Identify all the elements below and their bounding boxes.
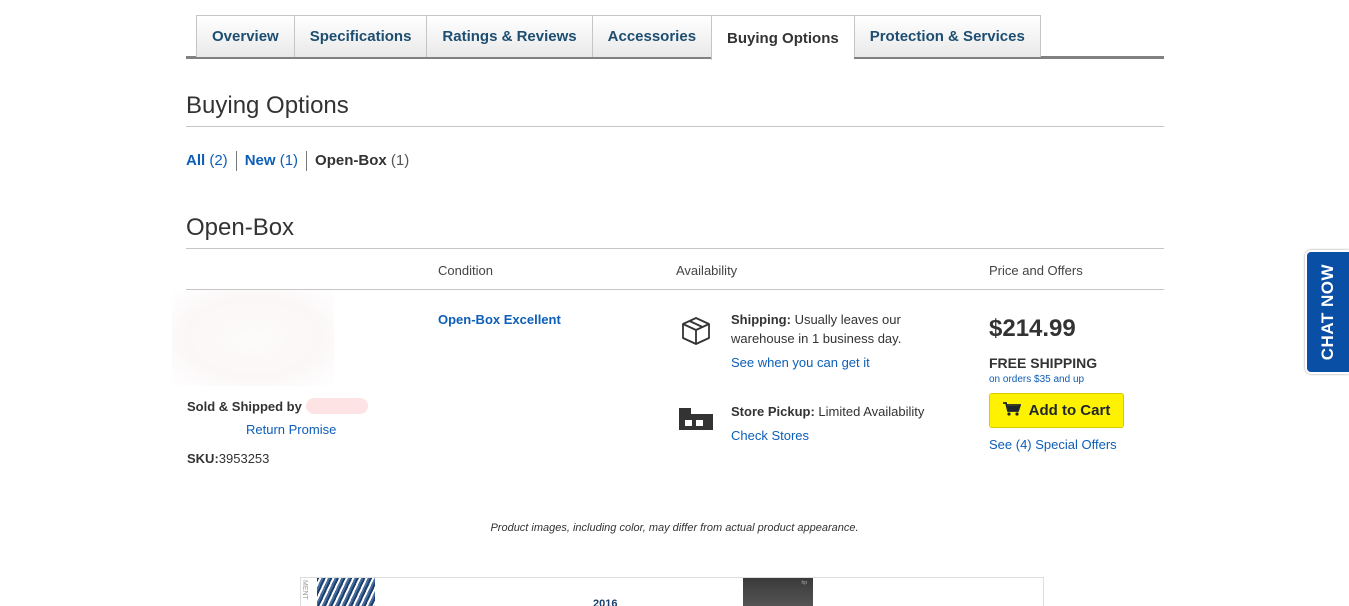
tab-ratings-reviews[interactable]: Ratings & Reviews [426, 15, 592, 57]
seller-name-redacted [305, 398, 368, 414]
pickup-text: Limited Availability [818, 404, 925, 419]
shipping-info: Shipping: Usually leaves our warehouse i… [731, 310, 901, 348]
tab-list: Overview Specifications Ratings & Review… [196, 15, 1041, 60]
check-stores-link[interactable]: Check Stores [731, 428, 809, 443]
column-header-availability: Availability [676, 263, 738, 278]
sku-value: 3953253 [218, 451, 270, 466]
price: $214.99 [989, 315, 1076, 342]
pickup-info: Store Pickup: Limited Availability [731, 402, 924, 421]
buying-options-title: Buying Options [186, 92, 1164, 127]
filter-new-count: (1) [279, 152, 299, 169]
filter-all-label: All [186, 152, 206, 169]
tab-protection-services[interactable]: Protection & Services [853, 15, 1041, 57]
chat-now-label: CHAT NOW [1318, 263, 1337, 361]
promo-banner[interactable]: MENT 2016 hp [300, 577, 1044, 606]
shipping-text-1: Usually leaves our [794, 312, 901, 327]
banner-device-image: hp [743, 578, 813, 606]
return-promise-link[interactable]: Return Promise [246, 422, 336, 437]
tab-overview[interactable]: Overview [196, 15, 294, 57]
chat-now-button[interactable]: CHAT NOW [1305, 250, 1349, 374]
filter-all-count: (2) [209, 152, 228, 169]
column-header-price: Price and Offers [989, 263, 1083, 278]
tab-buying-options[interactable]: Buying Options [711, 15, 854, 60]
condition-link[interactable]: Open-Box Excellent [438, 312, 561, 327]
special-offers-link[interactable]: See (4) Special Offers [989, 437, 1117, 452]
banner-year: 2016 [593, 598, 618, 606]
open-box-title: Open-Box [186, 214, 1164, 249]
shipping-label: Shipping: [731, 312, 791, 327]
image-disclaimer: Product images, including color, may dif… [490, 522, 859, 534]
product-tabs: Overview Specifications Ratings & Review… [186, 15, 1164, 60]
filter-new[interactable]: New (1) [235, 151, 306, 171]
banner-device-logo: hp [801, 580, 807, 586]
tab-buying-options-label: Buying Options [727, 29, 839, 47]
product-image[interactable] [172, 290, 334, 386]
condition-filters: All (2) New (1) Open-Box (1) [186, 151, 417, 171]
tab-accessories[interactable]: Accessories [591, 15, 712, 57]
add-to-cart-button[interactable]: Add to Cart [989, 393, 1124, 428]
tab-specifications[interactable]: Specifications [293, 15, 427, 57]
filter-new-label: New [244, 152, 276, 169]
filter-open-box-label: Open-Box [315, 152, 387, 169]
banner-feather-image [317, 578, 375, 606]
free-shipping: FREE SHIPPING [989, 355, 1098, 371]
cart-icon [1002, 401, 1021, 420]
column-header-condition: Condition [438, 263, 493, 278]
sold-by: Sold & Shipped by [187, 398, 368, 414]
add-to-cart-label: Add to Cart [1028, 402, 1111, 419]
filter-open-box-count: (1) [390, 152, 410, 169]
see-delivery-link[interactable]: See when you can get it [731, 355, 870, 370]
shipping-text-2: warehouse in 1 business day. [731, 331, 902, 346]
store-icon [678, 406, 714, 437]
sku-label: SKU: [187, 451, 219, 466]
filter-open-box[interactable]: Open-Box (1) [306, 151, 417, 171]
shipping-box-icon [680, 315, 712, 352]
filter-all[interactable]: All (2) [186, 151, 236, 171]
free-shipping-note[interactable]: on orders $35 and up [989, 374, 1084, 385]
sku: SKU:3953253 [187, 451, 269, 466]
pickup-label: Store Pickup: [731, 404, 815, 419]
banner-side-text: MENT [301, 580, 308, 600]
sold-by-label: Sold & Shipped by [187, 398, 302, 414]
